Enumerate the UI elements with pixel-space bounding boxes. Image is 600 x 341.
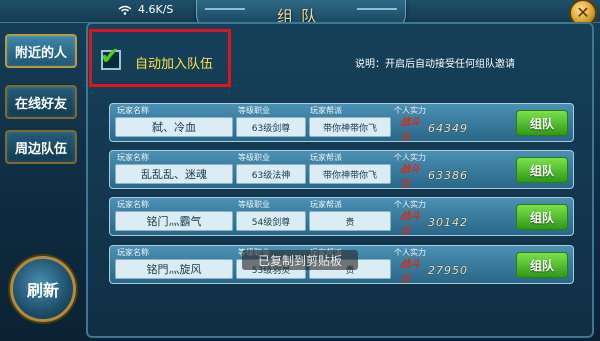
power-value: 27950 xyxy=(428,263,468,277)
header-name: 玩家名称 xyxy=(117,153,149,162)
team-button[interactable]: 组队 xyxy=(516,110,568,136)
player-faction: 带你神带你飞 xyxy=(309,117,391,137)
player-level: 63级法神 xyxy=(236,164,306,184)
tab-nearby-teams[interactable]: 周边队伍 xyxy=(5,130,77,164)
refresh-button[interactable]: 刷新 xyxy=(10,256,76,322)
network-status: 4.6K/S xyxy=(118,3,173,16)
player-faction: 贵 xyxy=(309,211,391,231)
team-button[interactable]: 组队 xyxy=(516,204,568,230)
power-value: 64349 xyxy=(428,121,468,135)
tab-nearby-players[interactable]: 附近的人 xyxy=(5,34,77,68)
player-row: 玩家名称 等级职业 玩家帮派 个人实力 乱乱乱、迷魂 63级法神 带你神带你飞 … xyxy=(109,150,574,190)
player-power: 战斗力 27950 xyxy=(400,259,468,285)
header-name: 玩家名称 xyxy=(117,200,149,209)
power-label: 战斗力 xyxy=(400,117,420,143)
header-level: 等级职业 xyxy=(238,200,270,209)
player-name: 铭门灬霸气 xyxy=(115,211,233,231)
power-label: 战斗力 xyxy=(400,211,420,237)
header-name: 玩家名称 xyxy=(117,248,149,257)
player-faction: 带你神带你飞 xyxy=(309,164,391,184)
power-value: 63386 xyxy=(428,168,468,182)
player-power: 战斗力 30142 xyxy=(400,211,468,237)
player-row: 玩家名称 等级职业 玩家帮派 个人实力 弑、冷血 63级剑尊 带你神带你飞 战斗… xyxy=(109,103,574,143)
player-row: 玩家名称 等级职业 玩家帮派 个人实力 铭门灬霸气 54级剑尊 贵 战斗力 30… xyxy=(109,197,574,237)
player-power: 战斗力 63386 xyxy=(400,164,468,190)
power-label: 战斗力 xyxy=(400,164,420,190)
header-level: 等级职业 xyxy=(238,153,270,162)
player-name: 铭門灬旋风 xyxy=(115,259,233,279)
team-button[interactable]: 组队 xyxy=(516,157,568,183)
header-faction: 玩家帮派 xyxy=(310,153,342,162)
header-faction: 玩家帮派 xyxy=(310,106,342,115)
clipboard-toast: 已复制到剪贴板 xyxy=(242,250,358,270)
player-power: 战斗力 64349 xyxy=(400,117,468,143)
power-label: 战斗力 xyxy=(400,259,420,285)
header-level: 等级职业 xyxy=(238,106,270,115)
auto-join-checkbox[interactable]: ✔ xyxy=(100,44,121,70)
team-button[interactable]: 组队 xyxy=(516,252,568,278)
player-name: 乱乱乱、迷魂 xyxy=(115,164,233,184)
checkmark-icon: ✔ xyxy=(100,42,121,70)
tab-online-friends[interactable]: 在线好友 xyxy=(5,85,77,119)
header-faction: 玩家帮派 xyxy=(310,200,342,209)
close-icon: ✕ xyxy=(576,3,590,22)
auto-join-label: 自动加入队伍 xyxy=(135,57,214,72)
header-name: 玩家名称 xyxy=(117,106,149,115)
network-speed: 4.6K/S xyxy=(138,3,174,16)
description-text: 说明：开启后自动接受任何组队邀请 xyxy=(355,59,515,70)
player-level: 54级剑尊 xyxy=(236,211,306,231)
player-level: 63级剑尊 xyxy=(236,117,306,137)
player-name: 弑、冷血 xyxy=(115,117,233,137)
power-value: 30142 xyxy=(428,215,468,229)
wifi-icon xyxy=(118,5,132,15)
